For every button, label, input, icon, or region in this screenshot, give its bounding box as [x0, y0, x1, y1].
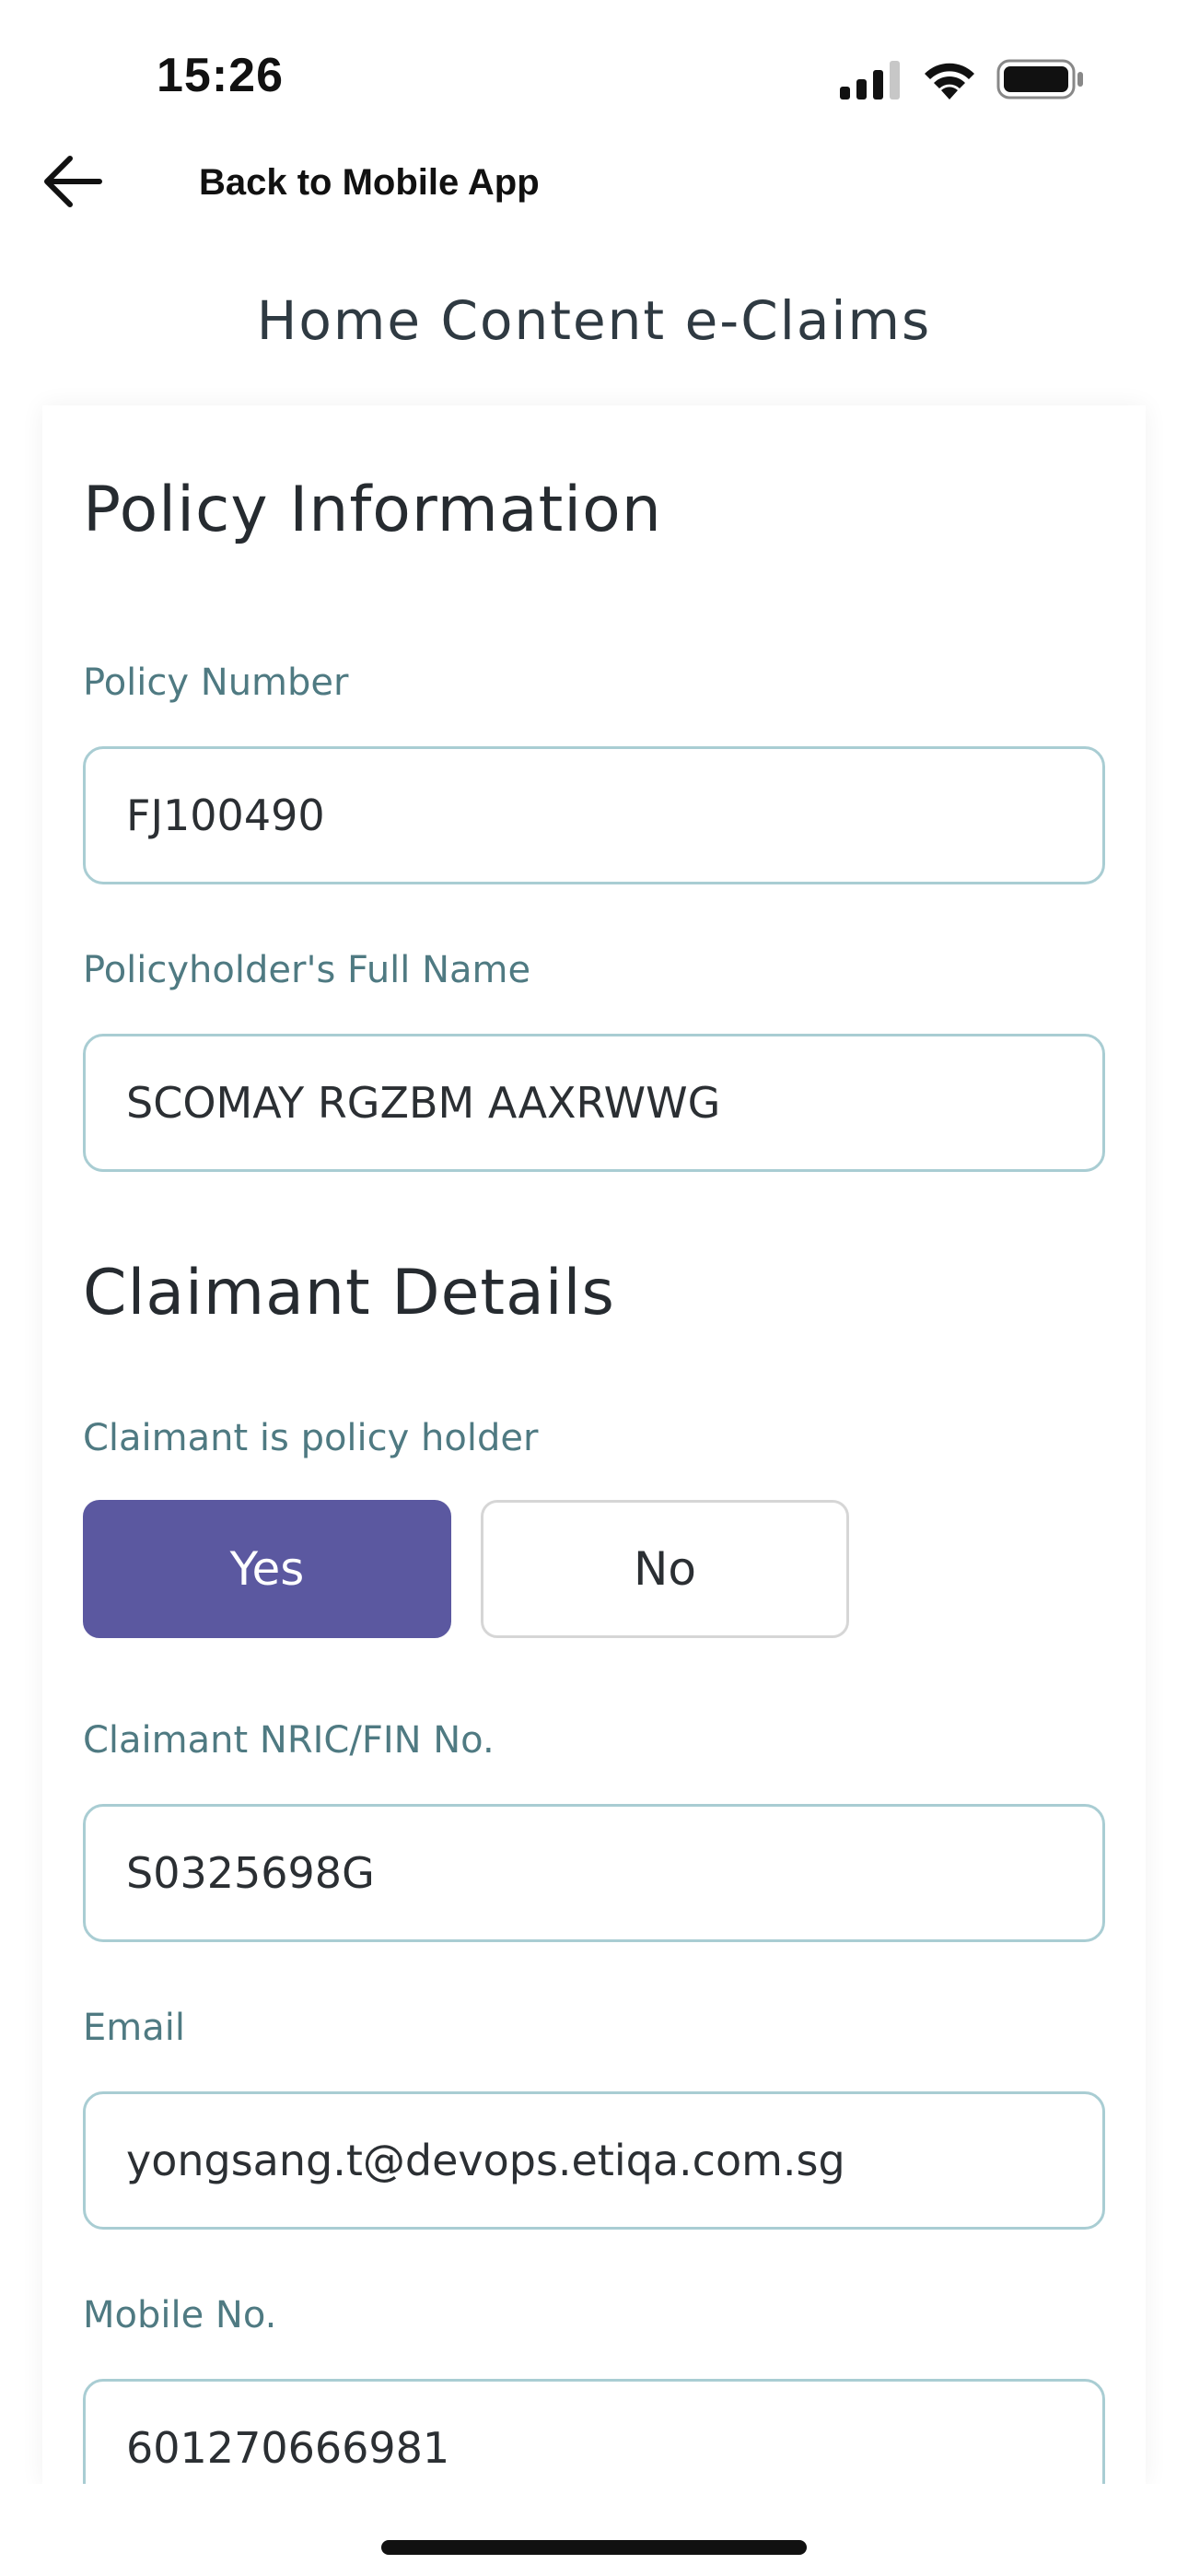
bottom-safe-area: [0, 2484, 1188, 2576]
email-input[interactable]: [83, 2091, 1105, 2230]
nric-input[interactable]: [83, 1804, 1105, 1942]
battery-icon: [996, 59, 1083, 100]
policy-information-heading: Policy Information: [83, 474, 662, 546]
no-toggle-button[interactable]: No: [481, 1500, 849, 1638]
mobile-label: Mobile No.: [83, 2294, 277, 2336]
nric-label: Claimant NRIC/FIN No.: [83, 1719, 495, 1762]
signal-icon: [840, 61, 900, 100]
claimant-details-heading: Claimant Details: [83, 1257, 615, 1329]
policy-holder-question-label: Claimant is policy holder: [83, 1417, 539, 1459]
home-indicator[interactable]: [381, 2540, 807, 2555]
policy-number-label: Policy Number: [83, 662, 349, 704]
email-label: Email: [83, 2007, 185, 2049]
wifi-icon: [925, 63, 974, 100]
back-to-app-link[interactable]: Back to Mobile App: [199, 162, 540, 204]
yes-toggle-button[interactable]: Yes: [83, 1500, 451, 1638]
full-name-input[interactable]: [83, 1034, 1105, 1172]
arrow-left-icon[interactable]: [41, 149, 105, 214]
full-name-label: Policyholder's Full Name: [83, 949, 531, 991]
page-title: Home Content e-Claims: [256, 289, 932, 352]
status-bar: 15:26: [0, 0, 1188, 138]
status-time: 15:26: [157, 49, 284, 102]
policy-number-input[interactable]: [83, 746, 1105, 884]
